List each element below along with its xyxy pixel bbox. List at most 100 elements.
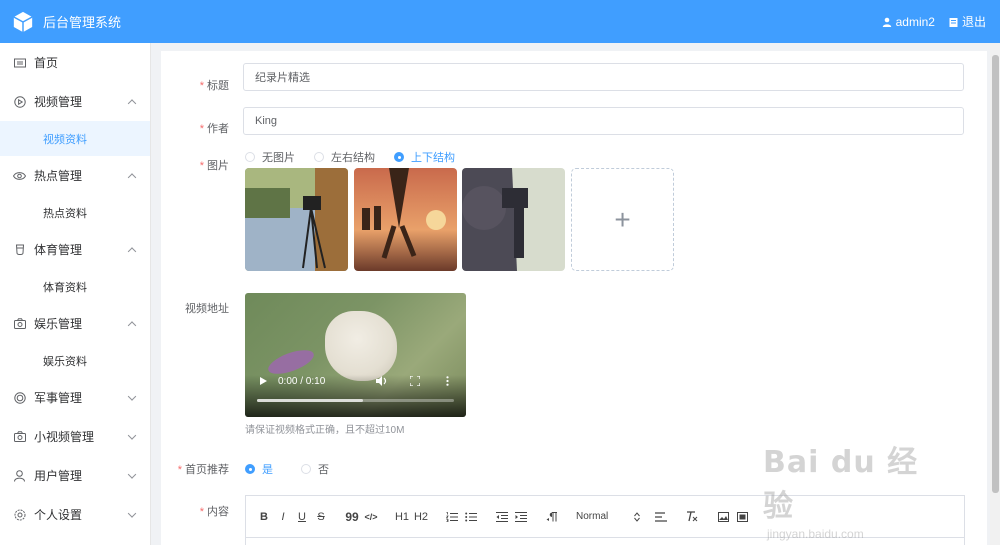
- sidebar-item-label: 个人设置: [34, 508, 83, 522]
- sidebar-subitem-sports-data[interactable]: 体育资料: [0, 269, 150, 304]
- uploaded-image-1[interactable]: [245, 168, 348, 271]
- video-frame-detail: [265, 345, 317, 379]
- chevron-down-icon: [127, 430, 137, 440]
- setting-icon: [13, 508, 26, 521]
- target-icon: [13, 391, 26, 404]
- page-scrollbar[interactable]: [990, 43, 1000, 545]
- sidebar-subitem-video-data[interactable]: 视频资料: [0, 121, 150, 156]
- volume-icon[interactable]: [376, 376, 388, 386]
- sidebar-item-video[interactable]: 视频管理: [0, 82, 150, 121]
- uploaded-image-2[interactable]: [354, 168, 457, 271]
- sidebar-item-label: 热点管理: [34, 169, 83, 183]
- app-title: 后台管理系统: [43, 15, 122, 30]
- chevron-up-icon: [127, 246, 137, 256]
- cube-logo-icon: [13, 11, 33, 32]
- sidebar-subitem-label: 热点资料: [43, 207, 87, 220]
- sidebar-item-label: 体育管理: [34, 243, 83, 257]
- main-content: *标题 纪录片精选 *作者 King *图片 无图片 左右结构 上下结构: [161, 51, 987, 545]
- video-label: 视频地址: [185, 303, 229, 315]
- sidebar-item-hotspot[interactable]: 热点管理: [0, 156, 150, 195]
- strike-button[interactable]: S: [312, 508, 330, 526]
- radio-recommend-no[interactable]: 否: [301, 461, 329, 477]
- align-icon[interactable]: [652, 508, 670, 526]
- code-block-button[interactable]: </>: [362, 508, 380, 526]
- scrollbar-thumb[interactable]: [992, 55, 999, 493]
- image-layout-radio-group: 无图片 左右结构 上下结构: [245, 149, 474, 165]
- radio-top-bottom[interactable]: 上下结构: [394, 149, 455, 165]
- clear-format-icon[interactable]: [683, 508, 701, 526]
- logout-icon: [949, 17, 958, 27]
- plus-icon: +: [614, 203, 631, 235]
- select-arrows-icon: [634, 511, 640, 522]
- sidebar-subitem-label: 视频资料: [43, 133, 87, 146]
- uploaded-image-3[interactable]: [462, 168, 565, 271]
- indent-icon[interactable]: [512, 508, 530, 526]
- video-icon[interactable]: [733, 508, 751, 526]
- editor-toolbar: B I U S 99 </> H1 H2 Normal: [246, 496, 964, 538]
- form-row-content: * 内容: [161, 503, 237, 519]
- sidebar-item-home[interactable]: 首页: [0, 43, 150, 82]
- underline-button[interactable]: U: [293, 508, 311, 526]
- sidebar: 首页 视频管理 视频资料 热点管理 热点资料 体育管理 体育资料 娱乐管理 娱乐…: [0, 43, 151, 545]
- user-menu[interactable]: admin2: [882, 15, 935, 29]
- video-player[interactable]: 0:00 / 0:10: [245, 293, 466, 417]
- sidebar-item-users[interactable]: 用户管理: [0, 456, 150, 495]
- eye-icon: [13, 169, 26, 182]
- chevron-down-icon: [127, 391, 137, 401]
- bullet-list-icon[interactable]: [462, 508, 480, 526]
- image-icon[interactable]: [714, 508, 732, 526]
- sidebar-item-military[interactable]: 军事管理: [0, 378, 150, 417]
- sidebar-item-short-video[interactable]: 小视频管理: [0, 417, 150, 456]
- chevron-up-icon: [127, 320, 137, 330]
- user-icon: [882, 17, 891, 27]
- radio-recommend-yes[interactable]: 是: [245, 461, 273, 477]
- video-progress-bar[interactable]: [257, 399, 454, 402]
- title-input[interactable]: 纪录片精选: [243, 63, 964, 91]
- author-input[interactable]: King: [243, 107, 964, 135]
- fullscreen-icon[interactable]: [410, 376, 420, 386]
- bold-button[interactable]: B: [255, 508, 273, 526]
- recommend-label: * 首页推荐: [177, 464, 229, 476]
- image-label: * 图片: [199, 160, 229, 172]
- sidebar-item-label: 军事管理: [34, 391, 83, 405]
- video-frame-subject: [325, 311, 397, 381]
- rich-text-editor[interactable]: B I U S 99 </> H1 H2 Normal: [245, 495, 965, 545]
- video-hint: 请保证视频格式正确，且不超过10M: [245, 425, 405, 436]
- header1-button[interactable]: H1: [393, 508, 411, 526]
- ordered-list-icon[interactable]: [443, 508, 461, 526]
- username: admin2: [895, 14, 935, 29]
- italic-button[interactable]: I: [274, 508, 292, 526]
- format-select[interactable]: Normal: [576, 511, 640, 522]
- blockquote-button[interactable]: 99: [343, 508, 361, 526]
- sidebar-subitem-label: 体育资料: [43, 281, 87, 294]
- video-time: 0:00 / 0:10: [278, 376, 326, 387]
- form-row-video: 视频地址: [161, 300, 237, 316]
- sidebar-item-entertainment[interactable]: 娱乐管理: [0, 304, 150, 343]
- sunset-people-photo: [354, 168, 457, 271]
- sidebar-item-label: 娱乐管理: [34, 317, 83, 331]
- sidebar-subitem-hotspot-data[interactable]: 热点资料: [0, 195, 150, 230]
- radio-no-image[interactable]: 无图片: [245, 149, 295, 165]
- chevron-down-icon: [127, 508, 137, 518]
- outdent-icon[interactable]: [493, 508, 511, 526]
- camera-operator-photo: [462, 168, 565, 271]
- sidebar-item-label: 视频管理: [34, 95, 83, 109]
- logout-button[interactable]: 退出: [949, 13, 986, 30]
- content-label: * 内容: [199, 506, 229, 518]
- chevron-up-icon: [127, 98, 137, 108]
- sidebar-item-label: 首页: [34, 56, 59, 70]
- sidebar-subitem-entertainment-data[interactable]: 娱乐资料: [0, 343, 150, 378]
- form-row-image: * 图片: [161, 157, 237, 173]
- form-row-recommend: * 首页推荐: [161, 461, 237, 477]
- image-upload-button[interactable]: +: [571, 168, 674, 271]
- sidebar-item-settings[interactable]: 个人设置: [0, 495, 150, 534]
- play-icon[interactable]: [259, 376, 268, 386]
- text-direction-icon[interactable]: [543, 508, 561, 526]
- camera-icon: [13, 430, 26, 443]
- more-options-icon[interactable]: [446, 376, 449, 386]
- header2-button[interactable]: H2: [412, 508, 430, 526]
- form-row-author: * 作者: [161, 114, 237, 142]
- play-circle-icon: [13, 95, 26, 108]
- sidebar-item-sports[interactable]: 体育管理: [0, 230, 150, 269]
- radio-left-right[interactable]: 左右结构: [314, 149, 375, 165]
